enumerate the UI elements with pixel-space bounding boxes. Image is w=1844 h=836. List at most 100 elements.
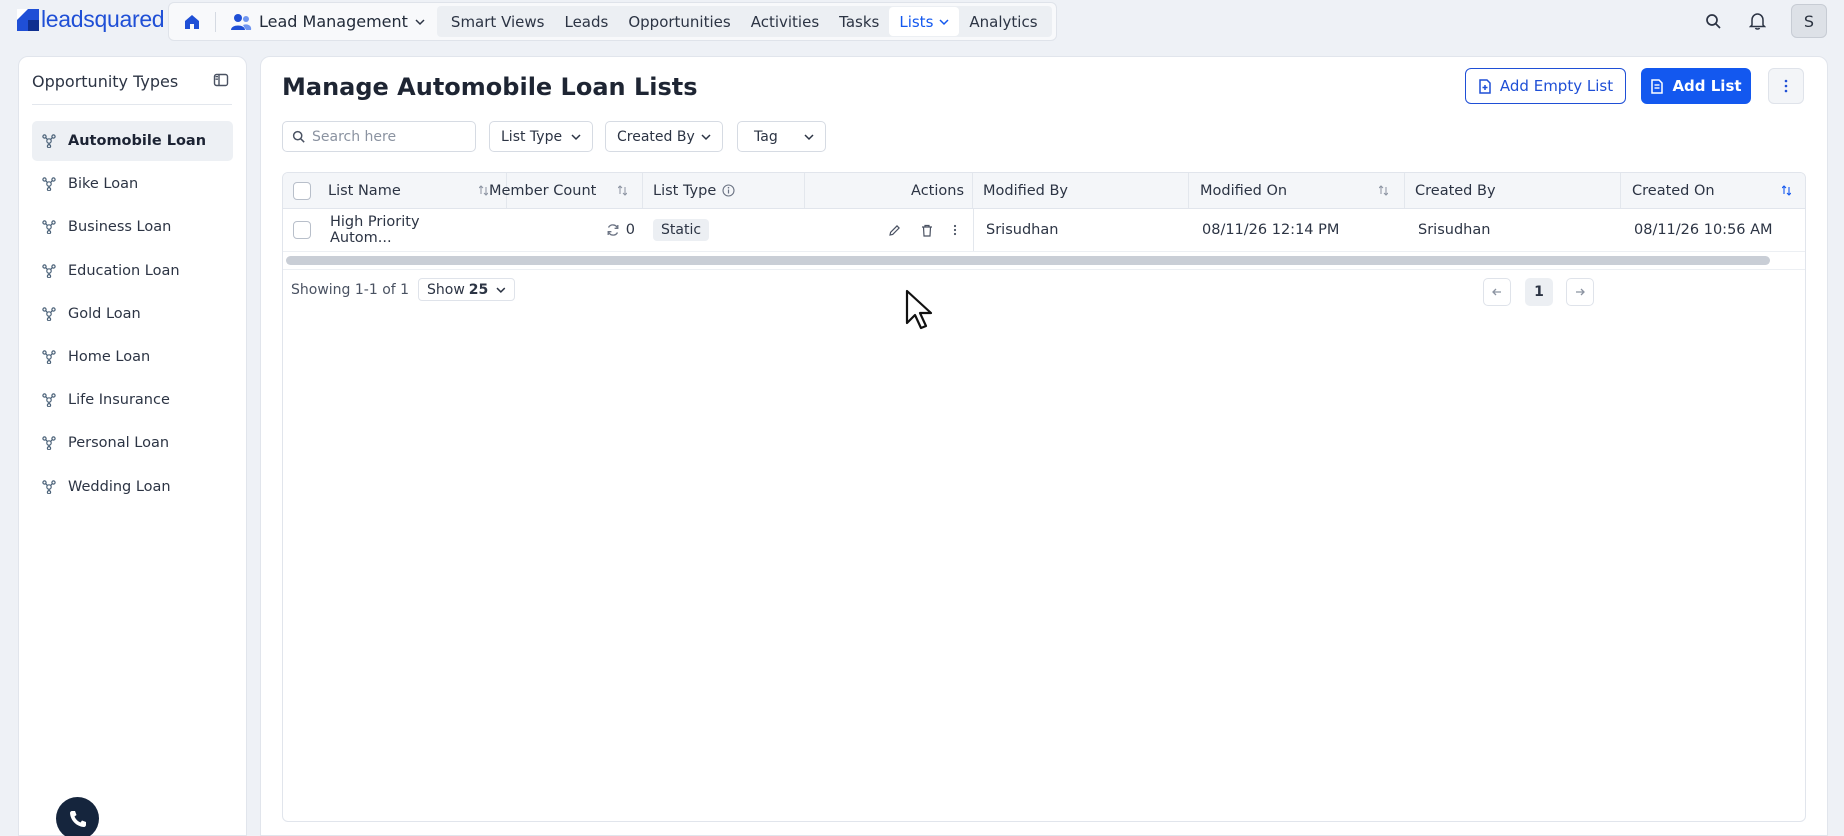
opportunity-type-icon [42,479,56,494]
filter-created-by[interactable]: Created By [605,121,723,152]
cell-created-on: 08/11/26 10:56 AM [1634,209,1804,251]
results-count: Showing 1-1 of 1 [291,282,410,298]
brand-name: leadsquared [41,6,165,32]
sidebar-item-label: Home Loan [68,348,151,365]
opportunity-type-icon [42,350,56,364]
add-empty-list-button[interactable]: Add Empty List [1465,68,1626,104]
edit-icon[interactable] [888,224,901,237]
collapse-sidebar-icon[interactable] [213,72,229,88]
cell-modified-on: 08/11/26 12:14 PM [1202,209,1402,251]
column-header-list-name[interactable]: List Name [311,173,507,208]
list-name-link[interactable]: High Priority Autom... [330,214,480,246]
sidebar-item-education-loan[interactable]: Education Loan [32,251,233,291]
search-icon [292,130,305,143]
nav-tab-tasks[interactable]: Tasks [829,7,889,36]
column-header-modified-by[interactable]: Modified By [973,173,1189,208]
nav-tab-smart-views[interactable]: Smart Views [441,7,555,36]
chevron-down-icon [701,133,711,140]
column-divider [973,209,974,251]
sort-icon[interactable] [618,185,627,196]
column-header-created-by[interactable]: Created By [1405,173,1621,208]
created-on-value: 08/11/26 10:56 AM [1634,222,1773,238]
lists-table: List Name Member Count List Type Actions… [282,172,1806,822]
column-header-modified-on[interactable]: Modified On [1189,173,1405,208]
notifications-button[interactable] [1744,8,1770,34]
sidebar-item-life-insurance[interactable]: Life Insurance [32,380,233,420]
users-icon [231,13,252,30]
sidebar-item-label: Business Loan [68,219,172,236]
sidebar-item-gold-loan[interactable]: Gold Loan [32,294,233,334]
sidebar-item-automobile-loan[interactable]: Automobile Loan [32,121,233,161]
select-all-checkbox[interactable] [293,181,311,200]
module-switcher[interactable]: Lead Management [220,6,437,37]
page-size-select[interactable]: Show 25 [418,278,515,301]
previous-page-button[interactable] [1483,278,1511,306]
column-header-created-on[interactable]: Created On [1621,173,1805,208]
column-label: Created By [1415,182,1496,199]
add-list-button[interactable]: Add List [1641,68,1751,104]
nav-tab-label: Leads [564,12,609,31]
cell-list-name[interactable]: High Priority Autom... [330,209,480,251]
search-input[interactable] [312,128,462,145]
filter-label: Tag [754,128,778,145]
main-nav: Lead Management Smart Views Leads Opport… [168,2,1057,41]
current-page[interactable]: 1 [1525,278,1553,306]
delete-icon[interactable] [921,224,933,237]
nav-tab-analytics[interactable]: Analytics [959,7,1047,36]
nav-tabs: Smart Views Leads Opportunities Activiti… [436,6,1052,37]
filter-label: List Type [501,128,563,145]
row-checkbox[interactable] [293,221,311,239]
more-options-button[interactable] [1768,68,1804,104]
sort-descending-icon[interactable] [1782,185,1791,196]
nav-tab-leads[interactable]: Leads [554,7,618,36]
search-icon [1706,14,1721,29]
nav-tab-label: Tasks [839,12,880,31]
sort-icon[interactable] [1379,185,1388,196]
add-list-icon [1651,78,1664,94]
next-page-button[interactable] [1566,278,1594,306]
kebab-menu-icon [1784,79,1788,93]
nav-tab-opportunities[interactable]: Opportunities [618,7,740,36]
nav-tab-activities[interactable]: Activities [741,7,829,36]
home-button[interactable] [173,6,211,37]
sidebar-item-label: Gold Loan [68,305,141,322]
column-header-member-count[interactable]: Member Count [479,173,643,208]
info-icon[interactable] [722,184,735,197]
opportunity-type-icon [42,177,56,192]
phone-call-button[interactable] [56,797,99,836]
filter-tag[interactable]: Tag [737,121,826,152]
sidebar-title: Opportunity Types [32,72,179,91]
user-avatar[interactable]: S [1791,4,1827,38]
list-type-badge: Static [653,219,710,241]
column-label: Actions [911,182,964,199]
page-size-value: 25 [468,281,489,298]
opportunity-type-icon [42,134,56,148]
brand-logo[interactable]: leadsquared [17,6,165,33]
filter-list-type[interactable]: List Type [489,121,593,152]
sidebar-item-wedding-loan[interactable]: Wedding Loan [32,467,233,507]
refresh-icon[interactable] [606,223,620,237]
add-empty-list-label: Add Empty List [1499,77,1614,95]
sidebar-item-home-loan[interactable]: Home Loan [32,337,233,377]
horizontal-scrollbar[interactable] [286,256,1770,265]
chevron-down-icon [804,133,814,140]
select-all-cell [283,173,311,208]
page-size-label: Show [427,281,465,298]
chevron-down-icon [939,18,949,25]
table-row[interactable]: High Priority Autom... 0 Static Srisudha… [283,209,1805,252]
sidebar-item-business-loan[interactable]: Business Loan [32,207,233,247]
sidebar-item-bike-loan[interactable]: Bike Loan [32,164,233,204]
nav-tab-label: Activities [750,12,820,31]
sidebar-divider [32,104,232,105]
opportunity-types-sidebar: Opportunity Types Automobile Loan Bike Lo… [18,56,247,836]
opportunity-type-icon [42,263,56,278]
column-header-list-type[interactable]: List Type [643,173,805,208]
search-box[interactable] [282,121,476,152]
cell-actions [863,209,973,251]
sidebar-item-label: Automobile Loan [68,133,207,149]
global-search-button[interactable] [1700,8,1726,34]
row-kebab-icon[interactable] [953,224,957,236]
sidebar-item-personal-loan[interactable]: Personal Loan [32,423,233,463]
nav-tab-lists[interactable]: Lists [889,7,960,36]
top-bar: leadsquared Lead Management Smart Views … [0,0,1844,42]
